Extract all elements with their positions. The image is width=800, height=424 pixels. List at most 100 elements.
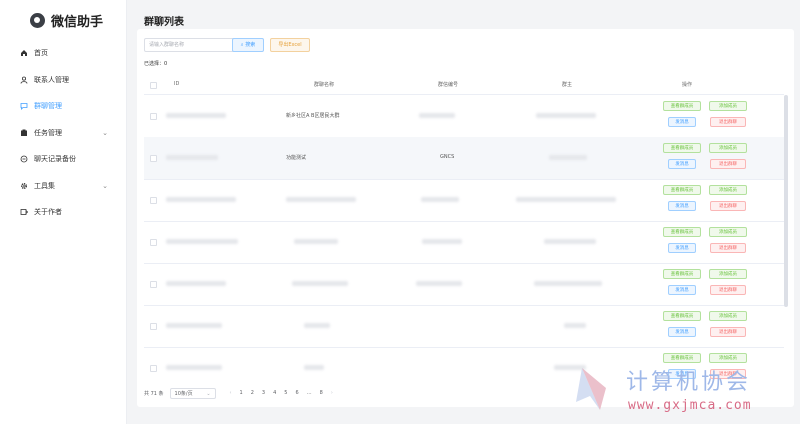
row-checkbox[interactable] xyxy=(150,197,157,204)
redacted-name xyxy=(304,323,330,328)
add-member-button[interactable]: 添加成员 xyxy=(709,185,747,195)
content-card: 请输入群聊名称 ⌕ 搜索 导出Excel 已选择：0 ID 群聊名称 群信编号 … xyxy=(137,29,794,407)
author-icon xyxy=(20,208,28,216)
redacted-code xyxy=(416,281,462,286)
redacted-id xyxy=(166,113,226,118)
add-member-button[interactable]: 添加成员 xyxy=(709,101,747,111)
watermark-logo-icon xyxy=(576,368,606,410)
group-name: 功能测试 xyxy=(286,155,307,161)
view-members-button[interactable]: 查看群成员 xyxy=(663,143,701,153)
sidebar-item-backup[interactable]: 聊天记录备份 xyxy=(0,146,126,173)
redacted-id xyxy=(166,155,218,160)
table-header: ID 群聊名称 群信编号 群主 操作 xyxy=(144,75,784,95)
quit-group-button[interactable]: 退出群聊 xyxy=(710,201,746,211)
redacted-code xyxy=(419,113,455,118)
sidebar-item-tools[interactable]: 工具集 ⌄ xyxy=(0,173,126,200)
sidebar: 微信助手 首页 联系人管理 群聊管理 任务管理 ⌄ 聊天记录备份 工具集 ⌄ 关… xyxy=(0,0,127,424)
sidebar-item-label: 群聊管理 xyxy=(34,102,62,111)
sidebar-item-home[interactable]: 首页 xyxy=(0,40,126,67)
page-size-select[interactable]: 10条/页 ⌄ xyxy=(169,387,216,399)
sidebar-item-tasks[interactable]: 任务管理 ⌄ xyxy=(0,120,126,147)
view-members-button[interactable]: 查看群成员 xyxy=(663,101,701,111)
sidebar-item-label: 关于作者 xyxy=(34,208,62,217)
column-header-code: 群信编号 xyxy=(438,82,459,88)
watermark: 计算机协会 www.gxjmca.com xyxy=(570,360,800,420)
chevron-down-icon: ⌄ xyxy=(206,390,211,397)
table-row: 查看群成员 添加成员发消息 退出群聊 xyxy=(144,305,784,348)
row-checkbox[interactable] xyxy=(150,113,157,120)
redacted-code xyxy=(422,239,462,244)
task-icon xyxy=(20,129,28,137)
home-icon xyxy=(20,49,28,57)
row-checkbox[interactable] xyxy=(150,155,157,162)
add-member-button[interactable]: 添加成员 xyxy=(709,227,747,237)
redacted-id xyxy=(166,323,222,328)
watermark-text: 计算机协会 xyxy=(626,370,752,395)
view-members-button[interactable]: 查看群成员 xyxy=(663,311,701,321)
select-all-checkbox[interactable] xyxy=(150,82,157,89)
page-1[interactable]: 1 xyxy=(240,390,243,396)
next-page-button[interactable]: › xyxy=(331,390,333,396)
add-member-button[interactable]: 添加成员 xyxy=(709,269,747,279)
table-row: 查看群成员 添加成员发消息 退出群聊 xyxy=(144,221,784,264)
watermark-url: www.gxjmca.com xyxy=(628,398,752,413)
row-checkbox[interactable] xyxy=(150,239,157,246)
page-5[interactable]: 5 xyxy=(284,390,287,396)
send-message-button[interactable]: 发消息 xyxy=(668,327,696,337)
view-members-button[interactable]: 查看群成员 xyxy=(663,269,701,279)
column-header-owner: 群主 xyxy=(562,82,573,88)
quit-group-button[interactable]: 退出群聊 xyxy=(710,117,746,127)
search-input[interactable]: 请输入群聊名称 xyxy=(144,38,237,52)
page-ellipsis[interactable]: … xyxy=(307,390,312,396)
quit-group-button[interactable]: 退出群聊 xyxy=(710,327,746,337)
view-members-button[interactable]: 查看群成员 xyxy=(663,227,701,237)
page-4[interactable]: 4 xyxy=(273,390,276,396)
redacted-owner xyxy=(516,197,616,202)
redacted-name xyxy=(294,239,338,244)
search-button[interactable]: ⌕ 搜索 xyxy=(232,38,264,52)
send-message-button[interactable]: 发消息 xyxy=(668,201,696,211)
send-message-button[interactable]: 发消息 xyxy=(668,285,696,295)
redacted-owner xyxy=(549,155,587,160)
row-checkbox[interactable] xyxy=(150,323,157,330)
redacted-name xyxy=(292,281,348,286)
total-count: 共 71 条 xyxy=(144,390,164,397)
page-2[interactable]: 2 xyxy=(251,390,254,396)
sidebar-item-label: 任务管理 xyxy=(34,128,62,137)
selected-count: 已选择：0 xyxy=(144,61,168,67)
row-checkbox[interactable] xyxy=(150,281,157,288)
redacted-id xyxy=(166,365,222,370)
sidebar-item-groups[interactable]: 群聊管理 xyxy=(0,93,126,120)
quit-group-button[interactable]: 退出群聊 xyxy=(710,243,746,253)
page-6[interactable]: 6 xyxy=(295,390,298,396)
sidebar-item-about[interactable]: 关于作者 xyxy=(0,199,126,226)
sidebar-item-label: 联系人管理 xyxy=(34,75,69,84)
export-excel-button[interactable]: 导出Excel xyxy=(270,38,310,52)
send-message-button[interactable]: 发消息 xyxy=(668,243,696,253)
send-message-button[interactable]: 发消息 xyxy=(668,159,696,169)
search-button-label: 搜索 xyxy=(245,42,256,48)
add-member-button[interactable]: 添加成员 xyxy=(709,311,747,321)
chat-icon xyxy=(20,102,28,111)
table-row: 新乡社区A B区居民大群 查看群成员 添加成员 发消息 退出群聊 xyxy=(144,95,784,138)
brand: 微信助手 xyxy=(30,11,103,30)
redacted-owner xyxy=(536,113,596,118)
quit-group-button[interactable]: 退出群聊 xyxy=(710,285,746,295)
table-scrollbar[interactable] xyxy=(784,95,788,307)
group-code: GNCS xyxy=(440,154,455,160)
chevron-down-icon: ⌄ xyxy=(102,128,108,137)
send-message-button[interactable]: 发消息 xyxy=(668,117,696,127)
page-8[interactable]: 8 xyxy=(320,390,323,396)
row-checkbox[interactable] xyxy=(150,365,157,372)
add-member-button[interactable]: 添加成员 xyxy=(709,143,747,153)
gear-icon xyxy=(20,182,28,190)
sidebar-nav: 首页 联系人管理 群聊管理 任务管理 ⌄ 聊天记录备份 工具集 ⌄ 关于作者 xyxy=(0,40,126,226)
redacted-owner xyxy=(534,281,602,286)
sidebar-item-contacts[interactable]: 联系人管理 xyxy=(0,67,126,94)
page-3[interactable]: 3 xyxy=(262,390,265,396)
column-header-id: ID xyxy=(174,81,180,87)
chevron-down-icon: ⌄ xyxy=(102,181,108,190)
prev-page-button[interactable]: ‹ xyxy=(230,390,232,396)
quit-group-button[interactable]: 退出群聊 xyxy=(710,159,746,169)
view-members-button[interactable]: 查看群成员 xyxy=(663,185,701,195)
